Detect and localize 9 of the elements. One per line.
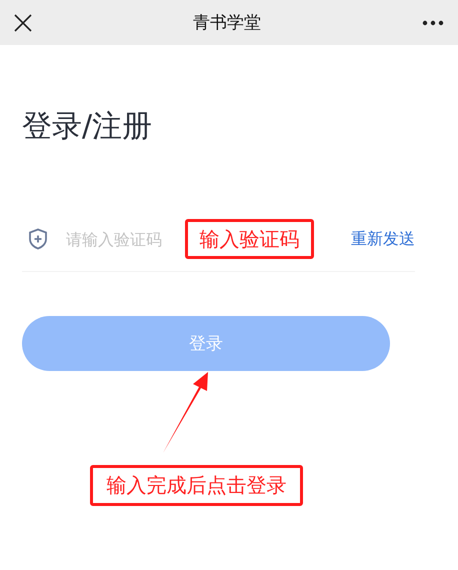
code-field[interactable]: 请输入验证码: [66, 230, 182, 248]
shield-icon: [28, 228, 48, 250]
annotation-label: 输入完成后点击登录: [90, 465, 303, 506]
window-title: 青书学堂: [193, 13, 261, 33]
close-icon[interactable]: [14, 14, 32, 32]
more-icon[interactable]: [422, 20, 444, 26]
annotation-label: 输入验证码: [185, 219, 314, 259]
resend-link[interactable]: 重新发送: [351, 228, 415, 250]
page-title: 登录/注册: [22, 109, 152, 145]
